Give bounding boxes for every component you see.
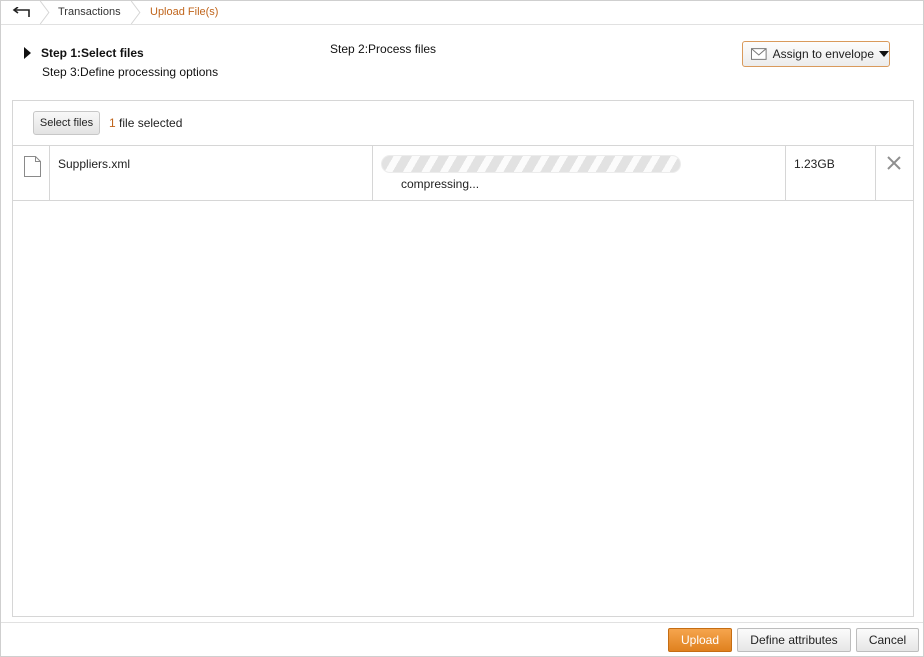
step-1-label: Step 1:Select files: [41, 46, 144, 60]
progress-bar-fill: [382, 156, 680, 172]
document-icon: [24, 156, 41, 177]
step-2-label: Step 2:Process files: [330, 42, 437, 56]
dialog-footer: Upload Define attributes Cancel: [1, 622, 923, 657]
close-icon[interactable]: [886, 155, 902, 171]
file-row: Suppliers.xml compressing... 1.23GB: [13, 146, 913, 201]
step-3-label: Step 3:Define processing options: [42, 65, 219, 79]
back-button[interactable]: [1, 1, 41, 24]
file-size: 1.23GB: [794, 157, 835, 171]
select-files-button[interactable]: Select files: [33, 111, 100, 135]
selected-count-suffix: file selected: [115, 116, 183, 130]
file-size-cell: 1.23GB: [786, 146, 876, 200]
upload-files-window: Transactions Upload File(s) Step 1:Selec…: [0, 0, 924, 657]
progress-bar: [381, 155, 681, 173]
cancel-button[interactable]: Cancel: [856, 628, 919, 652]
assign-to-envelope-button[interactable]: Assign to envelope: [742, 41, 890, 67]
file-name: Suppliers.xml: [58, 157, 131, 171]
selected-count-number: 1: [109, 116, 116, 130]
progress-status: compressing...: [401, 177, 480, 191]
file-list-panel: Select files 1 file selected Suppliers.x…: [12, 100, 914, 617]
selected-count: 1 file selected: [109, 116, 182, 130]
envelope-icon: [751, 48, 767, 60]
active-step-arrow-icon: [24, 47, 31, 59]
breadcrumb-separator: [39, 1, 50, 24]
breadcrumb-item-upload-files: Upload File(s): [150, 6, 219, 18]
file-icon-cell: [13, 146, 50, 200]
chevron-down-icon: [879, 51, 889, 57]
assign-to-envelope-label: Assign to envelope: [772, 47, 874, 61]
file-progress-cell: compressing...: [373, 146, 786, 200]
back-arrow-icon: [12, 6, 30, 17]
file-delete-cell: [876, 146, 913, 200]
breadcrumb-separator: [130, 1, 141, 24]
breadcrumb-item-transactions[interactable]: Transactions: [58, 1, 121, 24]
file-toolbar: Select files 1 file selected: [13, 101, 913, 146]
upload-button[interactable]: Upload: [668, 628, 732, 652]
step-indicator: Step 1:Select files Step 3:Define proces…: [1, 25, 923, 100]
define-attributes-button[interactable]: Define attributes: [737, 628, 851, 652]
file-name-cell: Suppliers.xml: [50, 146, 373, 200]
breadcrumb: Transactions Upload File(s): [1, 1, 923, 25]
